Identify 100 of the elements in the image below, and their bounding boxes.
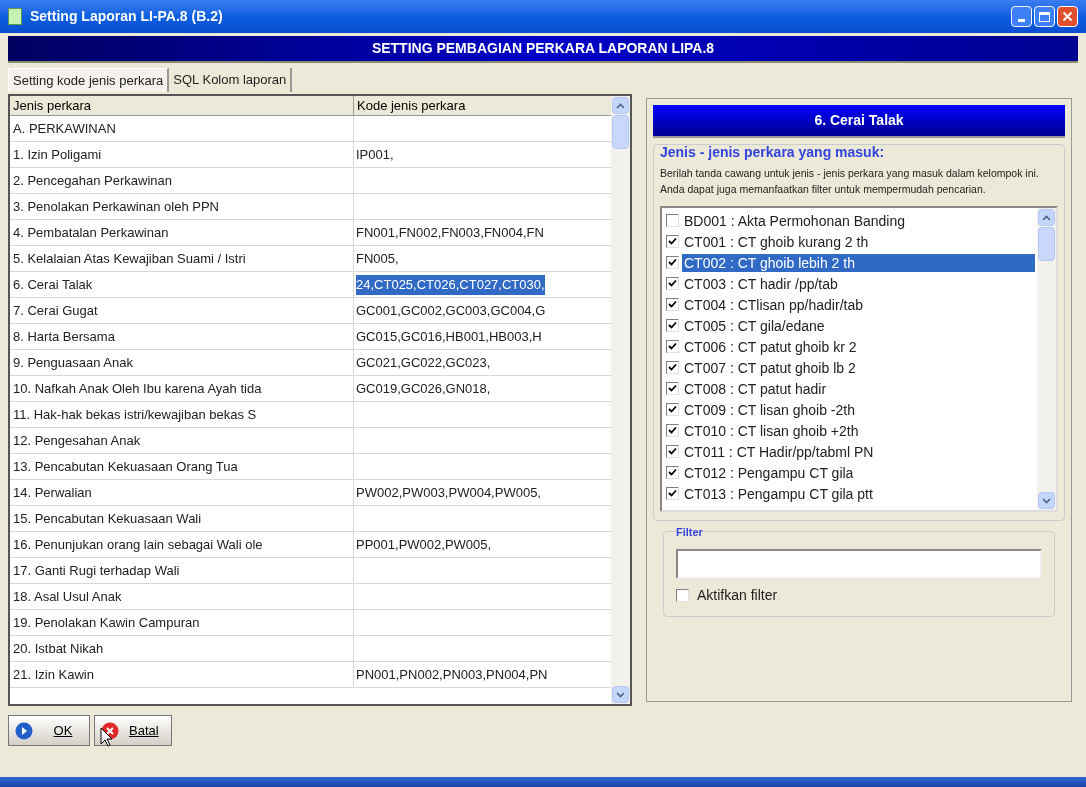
list-item[interactable]: CT006 : CT patut ghoib kr 2 xyxy=(682,337,1035,356)
table-cell-text: GC019,GC026,GN018, xyxy=(355,379,492,398)
check-icon xyxy=(668,489,677,498)
check-icon xyxy=(668,342,677,351)
table-cell: 10. Nafkah Anak Oleh Ibu karena Ayah tida xyxy=(10,376,354,401)
window-title: Setting Laporan LI-PA.8 (B.2) xyxy=(30,7,224,26)
list-item[interactable]: CT005 : CT gila/edane xyxy=(682,316,1035,335)
table-cell: 1. Izin Poligami xyxy=(10,142,354,167)
table-cell: 9. Penguasaan Anak xyxy=(10,350,354,375)
check-icon xyxy=(668,468,677,477)
table-cell: 12. Pengesahan Anak xyxy=(10,428,354,453)
check-icon xyxy=(668,405,677,414)
table-cell-text: GC015,GC016,HB001,HB003,H xyxy=(355,327,543,346)
table-cell: 17. Ganti Rugi terhadap Wali xyxy=(10,558,354,583)
table-cell: 6. Cerai Talak xyxy=(10,272,354,297)
checkbox[interactable] xyxy=(666,487,679,500)
check-icon xyxy=(668,321,677,330)
table-cell-text: IP001, xyxy=(355,145,395,164)
table-cell: 4. Pembatalan Perkawinan xyxy=(10,220,354,245)
table-cell: 19. Penolakan Kawin Campuran xyxy=(10,610,354,635)
table-cell: 5. Kelalaian Atas Kewajiban Suami / Istri xyxy=(10,246,354,271)
caret-up-icon xyxy=(616,102,625,109)
tab[interactable]: SQL Kolom laporan xyxy=(169,68,293,92)
list-item[interactable]: CT009 : CT lisan ghoib -2th xyxy=(682,400,1035,419)
scrollbar-thumb[interactable] xyxy=(612,115,629,149)
column-header: Kode jenis perkara xyxy=(356,97,467,115)
checkbox[interactable] xyxy=(666,361,679,374)
scrollbar-thumb[interactable] xyxy=(1038,227,1055,261)
list-item[interactable]: CT007 : CT patut ghoib lb 2 xyxy=(682,358,1035,377)
table-cell-text: FN001,FN002,FN003,FN004,FN xyxy=(355,223,545,242)
tab[interactable]: Setting kode jenis perkara xyxy=(8,68,170,92)
scroll-up-button[interactable] xyxy=(1038,209,1055,226)
table-cell: 15. Pencabutan Kekuasaan Wali xyxy=(10,506,354,531)
cancel-button[interactable]: Batal xyxy=(94,715,172,746)
table-cell: 16. Penunjukan orang lain sebagai Wali ole xyxy=(10,532,354,557)
list-item[interactable]: CT012 : Pengampu CT gila xyxy=(682,463,1035,482)
check-icon xyxy=(668,426,677,435)
instruction-text: Berilah tanda cawang untuk jenis - jenis perkara yang masuk dalam kelompok ini. Anda dapat juga memanfaatkan filter untuk mempermudah pencarian. xyxy=(660,166,1040,197)
list-item[interactable]: CT010 : CT lisan ghoib +2th xyxy=(682,421,1035,440)
checkbox[interactable] xyxy=(666,235,679,248)
list-item[interactable]: CT001 : CT ghoib kurang 2 th xyxy=(682,232,1035,251)
list-item[interactable]: BD001 : Akta Permohonan Banding xyxy=(682,211,1035,230)
scroll-down-button[interactable] xyxy=(1038,492,1055,509)
checkbox[interactable] xyxy=(666,277,679,290)
check-icon xyxy=(668,279,677,288)
caret-down-icon xyxy=(616,691,625,698)
table-cell: A. PERKAWINAN xyxy=(10,116,354,141)
caret-down-icon xyxy=(1042,497,1051,504)
caret-up-icon xyxy=(1042,214,1051,221)
checkbox[interactable] xyxy=(666,214,679,227)
table-cell: 21. Izin Kawin xyxy=(10,662,354,687)
panel-title: 6. Cerai Talak xyxy=(653,105,1065,138)
document-icon xyxy=(8,8,22,25)
maximize-button[interactable] xyxy=(1034,6,1055,27)
check-icon xyxy=(668,384,677,393)
checkbox[interactable] xyxy=(666,298,679,311)
table-cell-text: GC021,GC022,GC023, xyxy=(355,353,492,372)
checkbox[interactable] xyxy=(666,319,679,332)
header-banner: SETTING PEMBAGIAN PERKARA LAPORAN LIPA.8 xyxy=(8,36,1078,63)
table-cell: 18. Asal Usul Anak xyxy=(10,584,354,609)
list-item[interactable]: CT008 : CT patut hadir xyxy=(682,379,1035,398)
checkbox[interactable] xyxy=(666,445,679,458)
list-item[interactable]: CT011 : CT Hadir/pp/tabml PN xyxy=(682,442,1035,461)
checkbox[interactable] xyxy=(666,340,679,353)
check-icon xyxy=(668,300,677,309)
list-item[interactable]: CT004 : CTlisan pp/hadir/tab xyxy=(682,295,1035,314)
check-icon xyxy=(668,237,677,246)
table-cell: 20. Istbat Nikah xyxy=(10,636,354,661)
checkbox[interactable] xyxy=(666,424,679,437)
table-cell-text: PN001,PN002,PN003,PN004,PN xyxy=(355,665,549,684)
table-cell: 14. Perwalian xyxy=(10,480,354,505)
checkbox-label: Aktifkan filter xyxy=(697,585,778,605)
cursor-icon xyxy=(100,727,113,747)
table-cell: 2. Pencegahan Perkawinan xyxy=(10,168,354,193)
table-cell-text: PW002,PW003,PW004,PW005, xyxy=(355,483,542,502)
list-item[interactable]: CT003 : CT hadir /pp/tab xyxy=(682,274,1035,293)
check-icon xyxy=(668,258,677,267)
checkbox[interactable] xyxy=(666,403,679,416)
table-cell: 7. Cerai Gugat xyxy=(10,298,354,323)
table-cell-text: PP001,PW002,PW005, xyxy=(355,535,493,554)
ok-button[interactable]: OK xyxy=(8,715,90,746)
check-icon xyxy=(668,447,677,456)
filter-field[interactable] xyxy=(676,548,1042,579)
group-title: Jenis - jenis perkara yang masuk: xyxy=(660,143,886,162)
close-icon xyxy=(1062,11,1073,22)
checkbox[interactable] xyxy=(666,466,679,479)
close-button[interactable] xyxy=(1057,6,1078,27)
list-item[interactable]: CT002 : CT ghoib lebih 2 th xyxy=(682,253,1035,272)
table-cell: 13. Pencabutan Kekuasaan Orang Tua xyxy=(10,454,354,479)
scroll-down-button[interactable] xyxy=(612,686,629,703)
scroll-up-button[interactable] xyxy=(612,97,629,114)
checkbox[interactable] xyxy=(666,256,679,269)
table-cell-text: GC001,GC002,GC003,GC004,G xyxy=(355,301,547,320)
checkbox[interactable] xyxy=(676,588,689,602)
table-cell: 11. Hak-hak bekas istri/kewajiban bekas S xyxy=(10,402,354,427)
checkbox[interactable] xyxy=(666,382,679,395)
table-cell-text: FN005, xyxy=(355,249,400,268)
minimize-button[interactable] xyxy=(1011,6,1032,27)
list-item[interactable]: CT013 : Pengampu CT gila ptt xyxy=(682,484,1035,503)
table-cell: 8. Harta Bersama xyxy=(10,324,354,349)
